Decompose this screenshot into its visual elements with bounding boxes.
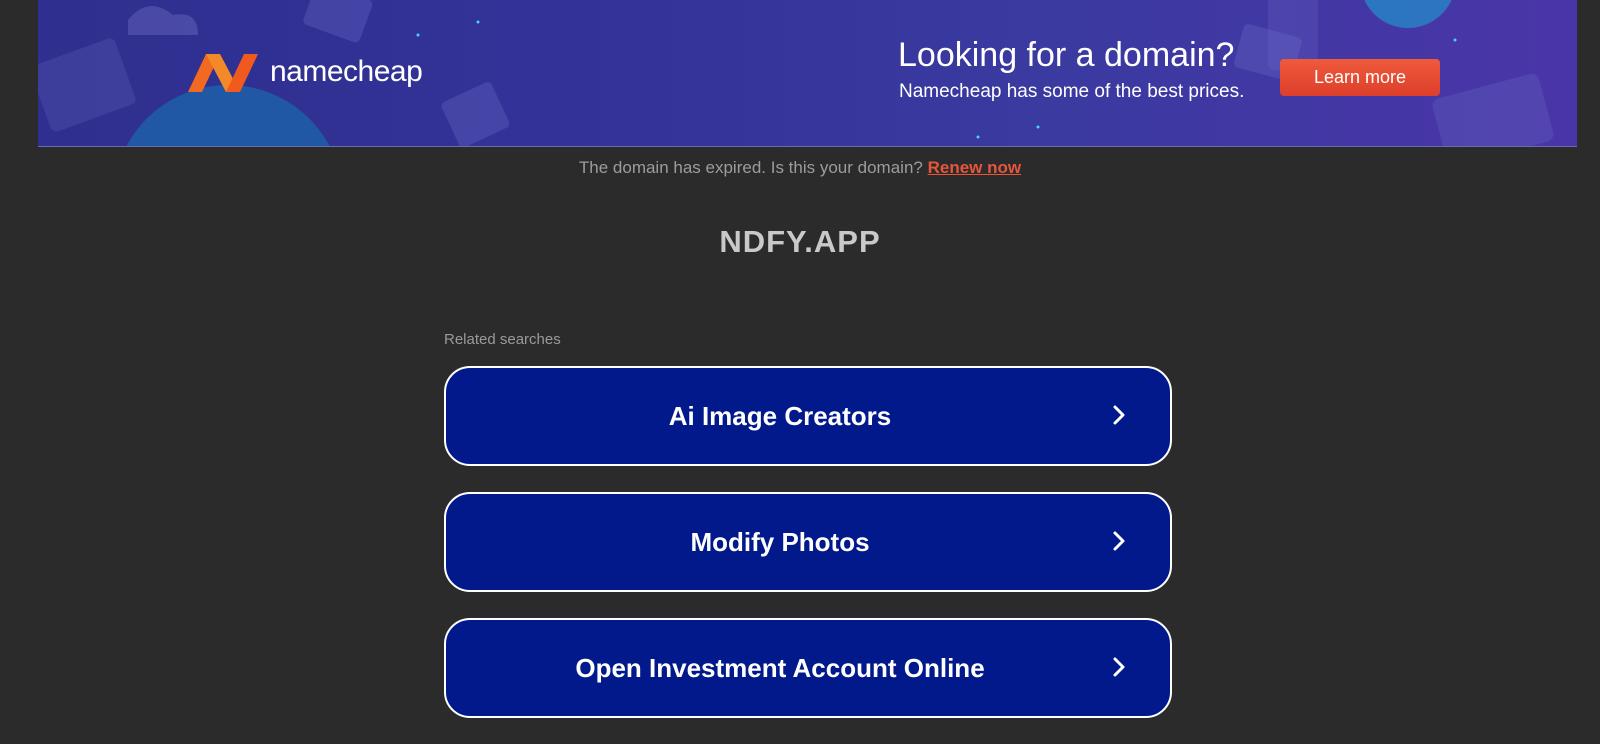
renew-now-link[interactable]: Renew now [928, 158, 1022, 177]
namecheap-n-icon [188, 54, 258, 92]
related-search-label: Open Investment Account Online [575, 652, 985, 683]
chevron-right-icon [1113, 657, 1125, 677]
namecheap-ad-banner[interactable]: namecheap Looking for a domain? Namechea… [38, 0, 1577, 147]
logo-wordmark: namecheap [270, 55, 423, 88]
related-search-item[interactable]: Ai Image Creators [444, 366, 1172, 466]
banner-subheadline: Namecheap has some of the best prices. [899, 81, 1245, 102]
namecheap-logo: namecheap [184, 50, 423, 94]
related-search-label: Ai Image Creators [668, 400, 892, 431]
expired-notice-text: The domain has expired. Is this your dom… [578, 158, 923, 177]
related-search-label: Modify Photos [690, 526, 870, 557]
related-searches-list: Ai Image Creators Modify Photos Open Inv… [444, 366, 1172, 744]
banner-headline: Looking for a domain? [898, 36, 1235, 74]
related-search-item[interactable]: Modify Photos [444, 492, 1172, 592]
domain-expired-notice: The domain has expired. Is this your dom… [0, 158, 1600, 178]
chevron-right-icon [1113, 405, 1125, 425]
learn-more-button[interactable]: Learn more [1280, 59, 1440, 96]
domain-name-heading: NDFY.APP [719, 224, 881, 259]
related-searches-label: Related searches [444, 331, 561, 348]
chevron-right-icon [1113, 531, 1125, 551]
related-search-item[interactable]: Open Investment Account Online [444, 618, 1172, 718]
